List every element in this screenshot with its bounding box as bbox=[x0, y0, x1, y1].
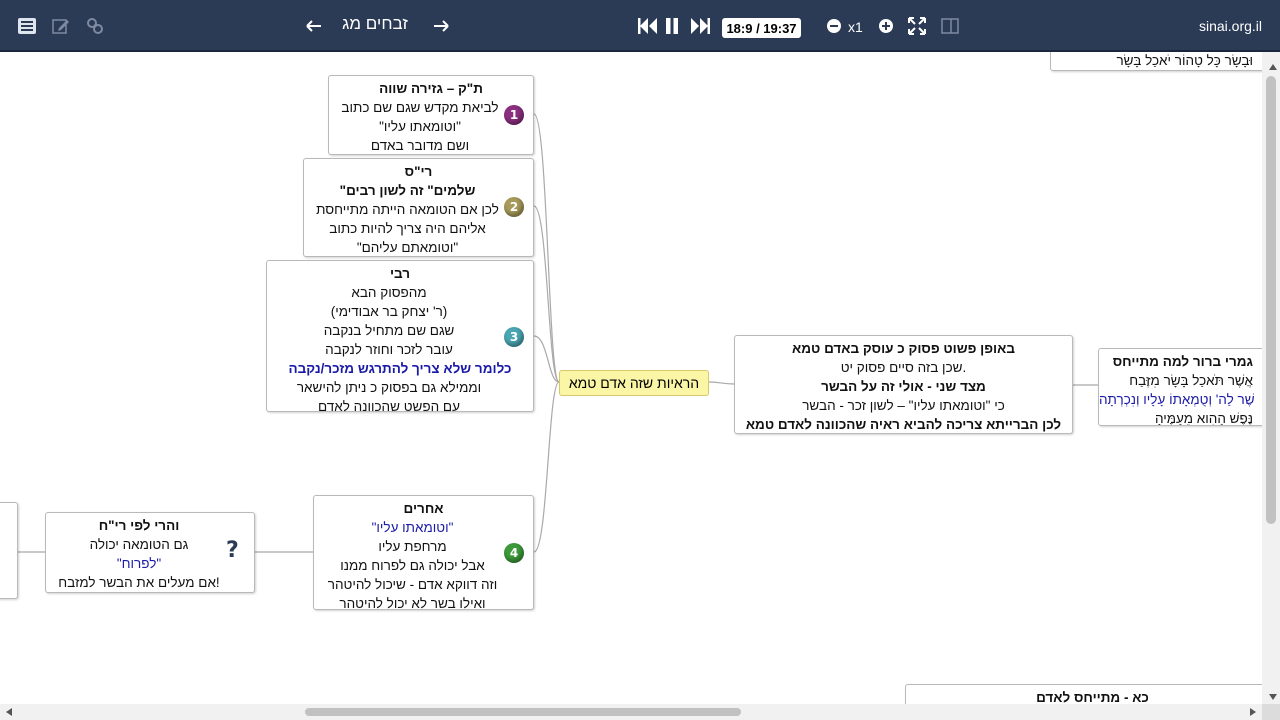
node-line: "וטומאתם עליהם" bbox=[356, 240, 459, 255]
node-line: רבי bbox=[389, 266, 411, 281]
edit-icon[interactable] bbox=[49, 14, 73, 38]
node-line: וממילא גם בפסוק כ ניתן להישאר bbox=[296, 380, 482, 395]
node-line: ואילו בשר לא יכול להיטהר bbox=[339, 596, 486, 611]
zoom-in-icon[interactable] bbox=[874, 14, 898, 38]
horizontal-scrollbar[interactable] bbox=[0, 704, 1262, 720]
mindmap-canvas[interactable]: ת"ק – גזירה שווה לביאת מקדש שגם שם כתוב … bbox=[0, 52, 1280, 720]
zoom-out-icon[interactable] bbox=[822, 14, 846, 38]
node-line: שֶׁר לַה' וְטֻמְאָתוֹ עָלָיו וְנִכְרְתָה bbox=[1099, 392, 1255, 407]
node-peshat-adam-tame[interactable]: באופן פשוט פסוק כ עוסק באדם טמא שכן בזה … bbox=[734, 335, 1073, 434]
site-name[interactable]: sinai.org.il bbox=[1190, 18, 1262, 34]
lesson-title: זבחים מג bbox=[342, 14, 408, 33]
node-line: אבל יכולה גם לפרוח ממנו bbox=[340, 558, 485, 573]
node-line: (ר' יצחק בר אבודימי) bbox=[330, 304, 448, 319]
node-harei-lefi[interactable]: והרי לפי רי"ח גם הטומאה יכולה "לפרוח" אם… bbox=[45, 512, 255, 593]
toolbar: זבחים מג 18:9 / 19:37 x1 sinai.org.il bbox=[0, 0, 1280, 52]
node-line: מרחפת עליו bbox=[378, 539, 447, 554]
node-line: רי"ס bbox=[404, 164, 433, 179]
number-badge-icon: 2 bbox=[504, 197, 524, 217]
scroll-corner bbox=[1262, 704, 1280, 720]
number-badge-icon: 4 bbox=[504, 543, 524, 563]
vertical-scroll-thumb[interactable] bbox=[1266, 76, 1276, 524]
node-acherim[interactable]: אחרים "וטומאתו עליו" מרחפת עליו אבל יכול… bbox=[313, 495, 534, 611]
node-line: "שלמים" זה לשון רבים bbox=[339, 183, 476, 198]
pause-icon[interactable] bbox=[660, 14, 684, 38]
node-rabbi[interactable]: רבי מהפסוק הבא (ר' יצחק בר אבודימי) שגם … bbox=[266, 260, 534, 414]
node-line: "וטומאתו עליו" bbox=[371, 520, 454, 535]
node-line: "לפרוח" bbox=[116, 556, 162, 571]
node-line: לכן אם הטומאה הייתה מתייחסת bbox=[316, 202, 499, 217]
question-mark-icon: ? bbox=[226, 538, 239, 563]
node-line: כלומר שלא צריך להתרגש מזכר/נקבה bbox=[288, 361, 512, 376]
node-line: שכן בזה סיים פסוק יט. bbox=[840, 360, 967, 375]
vertical-scrollbar[interactable] bbox=[1262, 52, 1280, 706]
node-line: כי "וטומאתו עליו" – לשון זכר - הבשר bbox=[802, 398, 1005, 413]
node-line: באופן פשוט פסוק כ עוסק באדם טמא bbox=[792, 341, 1015, 356]
node-line: אחרים bbox=[403, 501, 444, 516]
node-line: לכן הברייתא צריכה להביא ראיה שהכוונה לאד… bbox=[745, 417, 1062, 432]
scroll-left-icon[interactable] bbox=[6, 708, 12, 716]
fullscreen-icon[interactable] bbox=[905, 14, 929, 38]
node-line: אליהם היה צריך להיות כתוב bbox=[329, 221, 486, 236]
node-line: נֶּפֶשׁ הַהִוא מֵעַמֶּיהָ bbox=[1154, 411, 1253, 426]
node-line: עובר לזכר וחוזר לנקבה bbox=[325, 342, 453, 357]
node-line: וּבָשָׂר כָּל טָהוֹר יֹאכַל בָּשָׂר bbox=[1116, 53, 1253, 68]
node-line: גמרי ברור למה מתייחס bbox=[1112, 354, 1253, 369]
arrow-right-icon[interactable] bbox=[429, 14, 453, 38]
node-line: שגם שם מתחיל בנקבה bbox=[323, 323, 455, 338]
node-line: ת"ק – גזירה שווה bbox=[379, 81, 483, 96]
node-line: גם הטומאה יכולה bbox=[89, 537, 189, 552]
node-line: ושם מדובר באדם bbox=[370, 138, 470, 153]
node-line: מהפסוק הבא bbox=[351, 285, 427, 300]
node-gamri-barur[interactable]: גמרי ברור למה מתייחס אֲשֶׁר תֹּאכַל בָּש… bbox=[1098, 348, 1280, 426]
number-badge-icon: 3 bbox=[504, 327, 524, 347]
node-line: לביאת מקדש שגם שם כתוב bbox=[341, 100, 499, 115]
node-line: "וטומאתו עליו" bbox=[379, 119, 461, 134]
time-display: 18:9 / 19:37 bbox=[722, 18, 801, 38]
scroll-up-icon[interactable] bbox=[1269, 64, 1277, 70]
list-icon[interactable] bbox=[15, 14, 39, 38]
split-panel-icon[interactable] bbox=[938, 14, 962, 38]
node-line: מצד שני - אולי זה על הבשר bbox=[821, 379, 986, 394]
node-line: אֲשֶׁר תֹּאכַל בָּשָׂר מִזֶּבַח bbox=[1129, 373, 1253, 388]
node-line: וזה דווקא אדם - שיכול להיטהר bbox=[327, 577, 498, 592]
horizontal-scroll-thumb[interactable] bbox=[305, 708, 741, 716]
center-node[interactable]: הראיות שזה אדם טמא bbox=[559, 370, 709, 396]
node-left-partial[interactable] bbox=[0, 502, 18, 599]
scroll-down-icon[interactable] bbox=[1269, 694, 1277, 700]
speed-label: x1 bbox=[848, 19, 863, 35]
node-line: אם מעלים את הבשר למזבח! bbox=[58, 575, 220, 590]
node-reish-shlamim[interactable]: רי"ס "שלמים" זה לשון רבים לכן אם הטומאה … bbox=[303, 158, 534, 257]
node-line: והרי לפי רי"ח bbox=[98, 518, 180, 533]
rewind-icon[interactable] bbox=[636, 14, 660, 38]
scroll-right-icon[interactable] bbox=[1250, 708, 1256, 716]
link-icon[interactable] bbox=[83, 14, 107, 38]
node-tk-gezera-shava[interactable]: ת"ק – גזירה שווה לביאת מקדש שגם שם כתוב … bbox=[328, 75, 534, 155]
node-line: עם הפשט שהכוונה לאדם bbox=[318, 399, 460, 414]
fast-forward-icon[interactable] bbox=[688, 14, 712, 38]
number-badge-icon: 1 bbox=[504, 105, 524, 125]
node-top-right-partial[interactable]: וּבָשָׂר כָּל טָהוֹר יֹאכַל בָּשָׂר bbox=[1050, 52, 1280, 71]
